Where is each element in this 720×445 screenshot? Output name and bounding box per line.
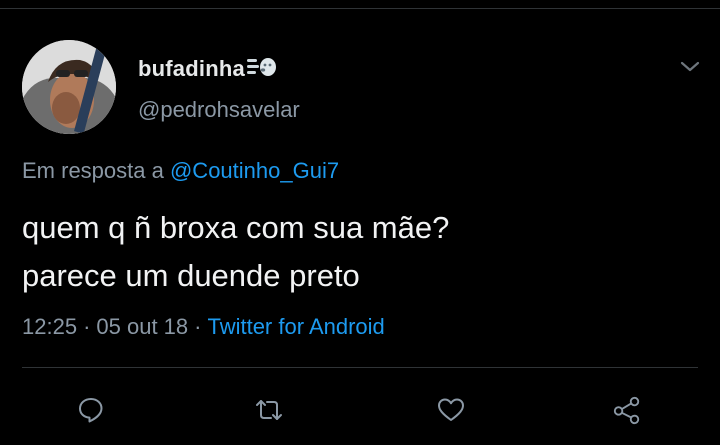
avatar-photo [22, 40, 116, 134]
separator: · [194, 314, 202, 339]
share-icon [613, 396, 640, 425]
reply-icon [79, 398, 103, 423]
like-button[interactable] [436, 395, 466, 425]
retweet-icon [256, 400, 282, 420]
separator: · [83, 314, 91, 339]
reply-mention-link[interactable]: @Coutinho_Gui7 [170, 158, 339, 183]
reply-prefix: Em resposta a [22, 158, 164, 183]
tweet-metadata: 12:25 · 05 out 18 · Twitter for Android [22, 314, 385, 340]
tweet-text-line: parece um duende preto [22, 258, 360, 293]
display-name[interactable]: bufadinha [138, 56, 245, 82]
wind-face-emoji [246, 56, 277, 83]
user-handle[interactable]: @pedrohsavelar [138, 97, 300, 123]
heart-icon [438, 398, 464, 421]
tweet-text-line: quem q ñ broxa com sua mãe? [22, 210, 450, 245]
chevron-down-icon[interactable] [678, 58, 702, 76]
tweet-source-link[interactable]: Twitter for Android [207, 314, 384, 339]
tweet-text: quem q ñ broxa com sua mãe? parece um du… [22, 204, 702, 300]
display-name-row[interactable]: bufadinha [138, 55, 277, 83]
share-button[interactable] [612, 395, 642, 425]
tweet-date: 05 out 18 [96, 314, 189, 339]
reply-context: Em resposta a @Coutinho_Gui7 [22, 158, 339, 184]
actions-divider [22, 367, 698, 368]
tweet-time: 12:25 [22, 314, 78, 339]
top-divider [0, 8, 720, 9]
reply-button[interactable] [76, 395, 106, 425]
avatar[interactable] [22, 40, 116, 134]
retweet-button[interactable] [254, 395, 284, 425]
